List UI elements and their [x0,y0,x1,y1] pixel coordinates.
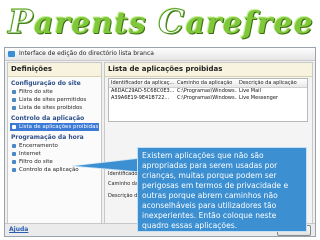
help-link[interactable]: Ajuda [9,226,28,233]
column-header-description[interactable]: Descrição da aplicação [237,79,307,87]
section-app-control: Controlo da aplicação [11,115,85,122]
list-icon [12,106,16,110]
cell-description: Live Messenger [239,95,278,101]
column-header-path[interactable]: Caminho da aplicação [175,79,237,87]
list-icon [12,98,16,102]
sidebar-item-label: Internet [19,151,41,157]
cell-description: Live Mail [239,88,261,94]
sidebar-item-blocked-sites[interactable]: Lista de sites proibidos [8,104,101,112]
sidebar-item-shutdown[interactable]: Encerramento [8,142,101,150]
sidebar-item-allowed-sites[interactable]: Lista de sites permitidos [8,96,101,104]
column-header-id[interactable]: Identificador da aplicaç... [109,79,175,87]
panel-header: Lista de aplicações proibidas [105,63,312,77]
brand-letter-p: P [8,2,34,42]
callout-text: Existem aplicações que não são apropriad… [142,151,289,230]
cell-path: C:\Programas\Windows... [177,88,237,94]
sidebar-item-label: Filtro do site [19,159,53,165]
table-row[interactable]: A39A6E19-9E41B722... C:\Programas\Window… [109,95,307,102]
sidebar-item-label: Encerramento [19,143,58,149]
filter-icon [12,90,16,94]
sidebar-item-site-filter[interactable]: Filtro do site [8,88,101,96]
table-header: Identificador da aplicaç... Caminho da a… [109,79,307,88]
cell-id: A6DAC29AD-5C68C0E3... [111,88,175,94]
window-title: Interface de edição do directório lista … [19,50,154,57]
clock-icon [12,168,16,172]
brand-title: Parents Carefree [8,2,314,42]
brand-word-2: arefree [185,6,314,41]
blocked-apps-table: Identificador da aplicaç... Caminho da a… [108,78,308,122]
cell-path: C:\Programas\Windows... [177,95,237,101]
brand-word-1: arents [33,6,159,41]
section-site-config: Configuração do site [11,80,81,87]
table-row[interactable]: A6DAC29AD-5C68C0E3... C:\Programas\Windo… [109,88,307,95]
list-icon [12,125,16,129]
sidebar-item-internet[interactable]: Internet [8,150,101,158]
window-titlebar: Interface de edição do directório lista … [5,48,315,61]
brand-letter-c: C [158,2,186,42]
clock-icon [12,160,16,164]
settings-sidebar: Definições Configuração do site Filtro d… [7,62,102,224]
brand-logo: Parents Carefree [8,0,320,46]
cell-id: A39A6E19-9E41B722... [111,95,170,101]
section-time-schedule: Programação da hora [11,134,84,141]
sidebar-item-label: Filtro do site [19,89,53,95]
app-icon [8,51,15,57]
sidebar-item-label: Lista de aplicações proibidas [19,124,99,130]
clock-icon [12,144,16,148]
sidebar-header: Definições [8,63,101,77]
sidebar-item-label: Lista de sites permitidos [19,97,87,103]
sidebar-item-label: Controlo da aplicação [19,167,79,173]
sidebar-item-blocked-apps[interactable]: Lista de aplicações proibidas [10,123,99,131]
callout-pointer [72,158,142,173]
sidebar-item-label: Lista de sites proibidos [19,105,83,111]
info-callout: Existem aplicações que não são apropriad… [137,147,307,232]
clock-icon [12,152,16,156]
